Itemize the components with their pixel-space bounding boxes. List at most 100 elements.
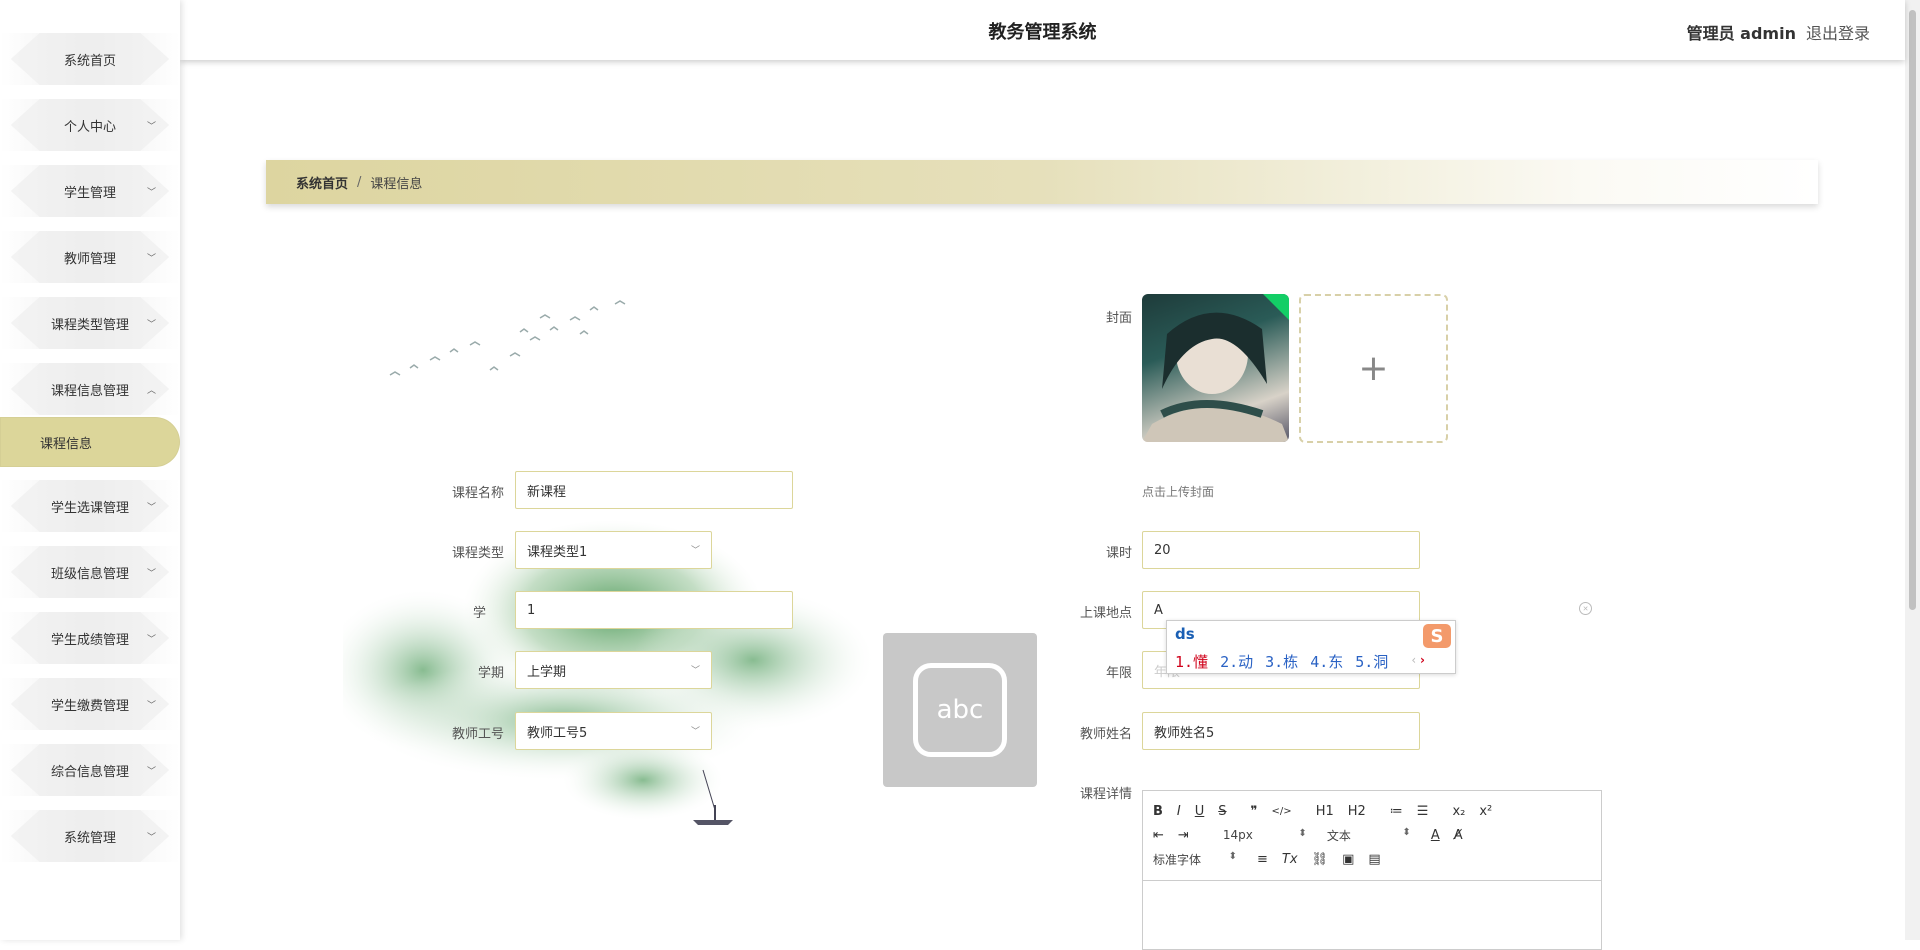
ime-candidates: 1.懂 2.动 3.栋 4.东 5.洞	[1175, 651, 1388, 672]
app-title: 教务管理系统	[988, 22, 1097, 43]
ordered-list-icon[interactable]: ≔	[1390, 804, 1403, 819]
birds-decoration	[389, 300, 626, 376]
chevron-down-icon: ﹀	[146, 767, 156, 777]
cover-thumbnail[interactable]	[1142, 294, 1289, 442]
sidebar-item-grades[interactable]: 学生成绩管理 ﹀	[0, 612, 180, 664]
scrollbar-thumb[interactable]	[1909, 10, 1916, 610]
success-corner-badge	[1263, 294, 1289, 320]
chevron-left-icon[interactable]: ‹	[1411, 653, 1416, 667]
chevron-down-icon: ﹀	[146, 635, 156, 645]
blockquote-icon[interactable]: ❞	[1251, 804, 1258, 819]
cover-label: 封面	[1105, 311, 1132, 326]
ime-candidate[interactable]: 1.懂	[1175, 651, 1208, 672]
semester-value: 上学期	[527, 664, 567, 680]
background-color-icon[interactable]: A̸	[1454, 828, 1463, 843]
underline-icon[interactable]: U	[1195, 804, 1205, 819]
chevron-down-icon: ﹀	[146, 122, 156, 132]
ime-candidate[interactable]: 5.洞	[1355, 651, 1388, 672]
header-format-picker[interactable]: 文本	[1327, 827, 1417, 844]
teacher-no-value: 教师工号5	[527, 725, 588, 741]
sidebar-item-profile[interactable]: 个人中心 ﹀	[0, 99, 180, 151]
sidebar-item-payments[interactable]: 学生缴费管理 ﹀	[0, 678, 180, 730]
image-icon[interactable]: ▣	[1342, 852, 1354, 867]
teacher-name-input[interactable]: 教师姓名5	[1142, 712, 1420, 750]
cover-upload-button[interactable]: +	[1299, 294, 1448, 443]
font-color-icon[interactable]: A	[1431, 828, 1440, 843]
sidebar-item-general-info[interactable]: 综合信息管理 ﹀	[0, 744, 180, 796]
sogou-logo-icon: S	[1423, 624, 1451, 648]
bold-icon[interactable]: B	[1153, 804, 1163, 819]
sidebar-subitem-course-info[interactable]: 课程信息	[0, 417, 180, 467]
location-label: 上课地点	[1079, 606, 1132, 621]
ime-page-nav[interactable]: ‹ ›	[1411, 653, 1425, 667]
course-name-label: 课程名称	[451, 486, 504, 501]
semester-select[interactable]: 上学期 ﹀	[515, 651, 712, 689]
course-detail-editor: B I U S ❞ </> H1 H2 ≔ ☰ x₂ x² ⇤ ⇥ 14px 文…	[1142, 790, 1602, 950]
breadcrumb-home[interactable]: 系统首页	[296, 173, 348, 192]
italic-icon[interactable]: I	[1177, 804, 1181, 819]
sidebar-item-classes[interactable]: 班级信息管理 ﹀	[0, 546, 180, 598]
sidebar-item-course-types[interactable]: 课程类型管理 ﹀	[0, 297, 180, 349]
indent-icon[interactable]: ⇥	[1178, 828, 1189, 843]
ime-candidate[interactable]: 2.动	[1220, 651, 1253, 672]
sidebar-item-teachers[interactable]: 教师管理 ﹀	[0, 231, 180, 283]
chevron-up-icon: ︿	[146, 386, 156, 396]
bullet-list-icon[interactable]: ☰	[1417, 804, 1429, 819]
chevron-down-icon: ﹀	[146, 833, 156, 843]
breadcrumb-separator: /	[357, 174, 362, 190]
hours-label: 课时	[1105, 546, 1132, 561]
ime-candidate[interactable]: 4.东	[1310, 651, 1343, 672]
header-user-area: 管理员 admin 退出登录	[1687, 20, 1870, 44]
ime-candidate-popup: ds S 1.懂 2.动 3.栋 4.东 5.洞 ‹ ›	[1166, 620, 1456, 674]
superscript-icon[interactable]: x²	[1479, 804, 1492, 819]
keyboard-icon: abc	[913, 663, 1007, 757]
chevron-down-icon: ﹀	[690, 546, 700, 556]
header2-icon[interactable]: H2	[1348, 804, 1366, 819]
ime-candidate[interactable]: 3.栋	[1265, 651, 1298, 672]
sidebar-item-home[interactable]: 系统首页	[0, 33, 180, 85]
outdent-icon[interactable]: ⇤	[1153, 828, 1164, 843]
close-circle-icon[interactable]: ✕	[1579, 602, 1592, 615]
font-size-picker[interactable]: 14px	[1223, 828, 1313, 842]
chevron-down-icon: ﹀	[146, 188, 156, 198]
floating-keyboard-button[interactable]: abc	[883, 633, 1037, 787]
sidebar-item-students[interactable]: 学生管理 ﹀	[0, 165, 180, 217]
course-type-label: 课程类型	[451, 546, 504, 561]
ime-input-code: ds	[1175, 625, 1195, 643]
chevron-down-icon: ﹀	[146, 701, 156, 711]
strike-icon[interactable]: S	[1218, 804, 1226, 819]
chevron-right-icon[interactable]: ›	[1420, 653, 1425, 667]
logout-button[interactable]: 退出登录	[1806, 20, 1870, 44]
chevron-down-icon: ﹀	[146, 569, 156, 579]
link-icon[interactable]: ⛓	[1312, 852, 1329, 867]
sidebar-item-course-selection[interactable]: 学生选课管理 ﹀	[0, 480, 180, 532]
font-family-picker[interactable]: 标准字体	[1153, 851, 1243, 868]
align-icon[interactable]: ≡	[1257, 852, 1268, 867]
sidebar-item-system[interactable]: 系统管理 ﹀	[0, 810, 180, 862]
chevron-down-icon: ﹀	[146, 254, 156, 264]
course-type-value: 课程类型1	[527, 544, 588, 560]
subscript-icon[interactable]: x₂	[1452, 804, 1465, 819]
teacher-no-select[interactable]: 教师工号5 ﹀	[515, 712, 712, 750]
page-scrollbar[interactable]	[1905, 0, 1920, 940]
top-header: 教务管理系统 管理员 admin 退出登录	[180, 0, 1905, 60]
sidebar: 系统首页 个人中心 ﹀ 学生管理 ﹀ 教师管理 ﹀ 课程类型管理 ﹀ 课程信息管理 ︿ 课…	[0, 0, 180, 940]
clear-format-icon[interactable]: Tx	[1282, 852, 1298, 867]
hours-input[interactable]: 20	[1142, 531, 1420, 569]
current-user: 管理员 admin	[1686, 24, 1796, 43]
sidebar-item-course-info[interactable]: 课程信息管理 ︿	[0, 363, 180, 415]
teacher-no-label: 教师工号	[451, 727, 504, 742]
breadcrumb-current: 课程信息	[370, 176, 423, 192]
video-icon[interactable]: ▤	[1368, 852, 1380, 867]
chevron-down-icon: ﹀	[146, 503, 156, 513]
cover-upload-tip: 点击上传封面	[1142, 485, 1215, 499]
code-block-icon[interactable]: </>	[1272, 806, 1292, 817]
course-type-select[interactable]: 课程类型1 ﹀	[515, 531, 712, 569]
credit-input[interactable]: 1	[515, 591, 793, 629]
course-name-input[interactable]: 新课程	[515, 471, 793, 509]
header1-icon[interactable]: H1	[1316, 804, 1334, 819]
editor-toolbar: B I U S ❞ </> H1 H2 ≔ ☰ x₂ x² ⇤ ⇥ 14px 文…	[1143, 791, 1601, 881]
chevron-down-icon: ﹀	[690, 666, 700, 676]
plus-icon: +	[1358, 348, 1389, 389]
year-label: 年限	[1105, 666, 1132, 681]
